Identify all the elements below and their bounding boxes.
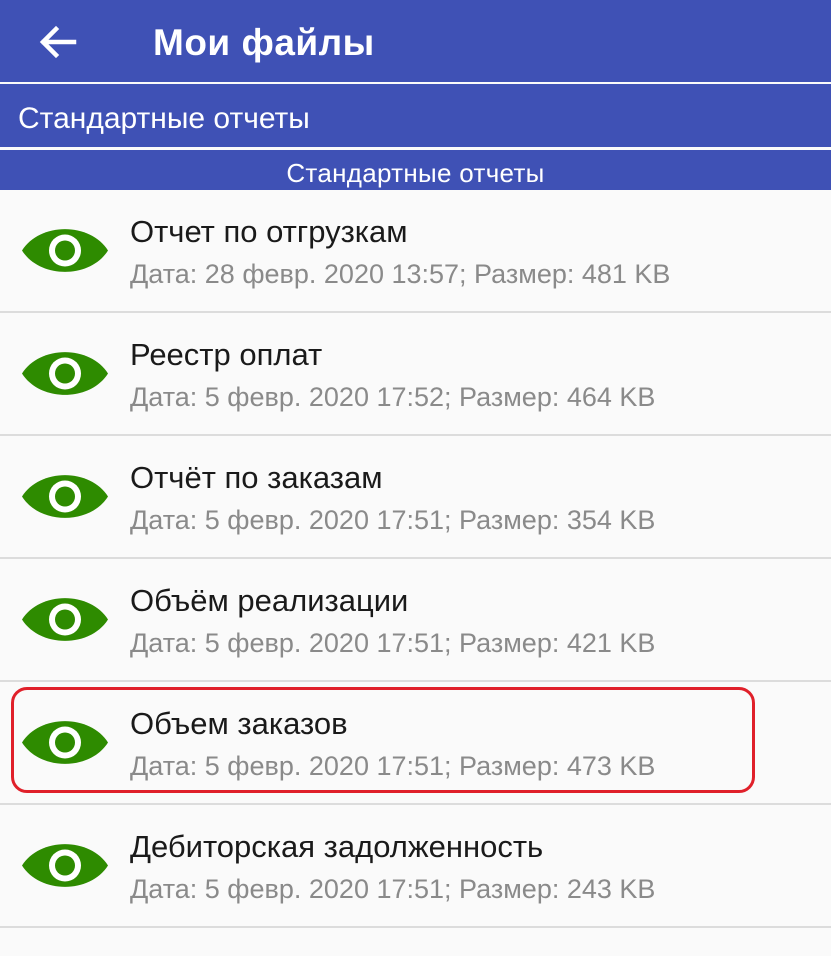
eye-icon[interactable] [20,223,110,278]
list-item[interactable]: Объем заказов Дата: 5 февр. 2020 17:51; … [0,682,831,805]
page-title: Мои файлы [153,22,375,63]
file-meta: Дата: 5 февр. 2020 17:52; Размер: 464 KB [130,382,656,412]
file-meta: Дата: 5 февр. 2020 17:51; Размер: 243 KB [130,874,656,904]
file-name: Дебиторская задолженность [130,829,544,864]
file-name: Реестр оплат [130,337,323,372]
file-meta: Дата: 28 февр. 2020 13:57; Размер: 481 K… [130,259,671,289]
file-meta: Дата: 5 февр. 2020 17:51; Размер: 473 KB [130,751,656,781]
back-button[interactable] [28,14,88,70]
list-item[interactable]: Отчёт по заказам Дата: 5 февр. 2020 17:5… [0,436,831,559]
list-item[interactable]: Дебиторская задолженность Дата: 5 февр. … [0,805,831,928]
file-name: Объём реализации [130,583,409,618]
file-name: Объем заказов [130,706,348,741]
eye-icon[interactable] [20,592,110,647]
file-name: Отчет по отгрузкам [130,214,408,249]
eye-icon[interactable] [20,469,110,524]
eye-icon[interactable] [20,346,110,401]
eye-icon[interactable] [20,838,110,893]
list-item[interactable]: Отчет по отгрузкам Дата: 28 февр. 2020 1… [0,190,831,313]
file-name: Отчёт по заказам [130,460,383,495]
file-list: Отчет по отгрузкам Дата: 28 февр. 2020 1… [0,190,831,928]
file-meta: Дата: 5 февр. 2020 17:51; Размер: 354 KB [130,505,656,535]
group-header: Стандартные отчеты [0,150,831,190]
eye-icon[interactable] [20,715,110,770]
list-item[interactable]: Объём реализации Дата: 5 февр. 2020 17:5… [0,559,831,682]
arrow-left-icon [39,25,77,59]
section-header-standard-reports[interactable]: Стандартные отчеты [0,84,831,147]
list-item[interactable]: Реестр оплат Дата: 5 февр. 2020 17:52; Р… [0,313,831,436]
app-bar: Мои файлы [0,0,831,82]
file-meta: Дата: 5 февр. 2020 17:51; Размер: 421 KB [130,628,656,658]
